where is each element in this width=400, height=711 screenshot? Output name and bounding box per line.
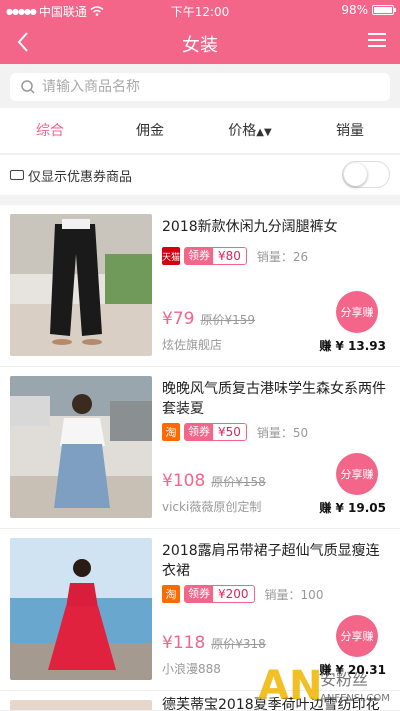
product-image xyxy=(10,214,152,356)
toggle-knob xyxy=(344,163,367,186)
status-right: 98% xyxy=(341,3,396,17)
price-line: ¥79 原价¥159 xyxy=(162,309,255,329)
tab-price[interactable]: 价格▲▼ xyxy=(200,108,300,153)
price-line: ¥118 原价¥318 xyxy=(162,633,266,653)
coupon-tag: 领券 xyxy=(185,248,213,264)
coupon-badge[interactable]: 领券 ¥80 xyxy=(184,247,247,265)
sort-tabs: 综合 佣金 价格▲▼ 销量 xyxy=(0,108,400,154)
coupon-tag: 领券 xyxy=(185,586,213,602)
original-price: 原价¥158 xyxy=(211,475,266,489)
coupon-ticket-icon xyxy=(10,170,24,180)
product-meta: 天猫 领券 ¥80 销量：26 xyxy=(162,247,308,265)
taobao-logo-icon: 淘 xyxy=(162,585,180,603)
product-meta: 淘 领券 ¥50 销量：50 xyxy=(162,423,308,441)
shop-name: vicki薇薇原创定制 xyxy=(162,500,262,514)
tab-label: 销量 xyxy=(336,123,364,139)
coupon-badge[interactable]: 领券 ¥50 xyxy=(184,423,247,441)
product-image xyxy=(10,700,152,710)
tmall-logo-icon: 天猫 xyxy=(162,247,180,265)
coupon-value: ¥50 xyxy=(218,425,241,439)
coupon-filter-row: 仅显示优惠券商品 xyxy=(0,155,400,195)
search-box[interactable] xyxy=(10,73,390,101)
menu-icon-line xyxy=(368,33,386,35)
product-title: 2018露肩吊带裙子超仙气质显瘦连衣裙 xyxy=(162,543,380,579)
product-list: 2018新款休闲九分阔腿裤女 天猫 领券 ¥80 销量：26 ¥79 原价¥15… xyxy=(0,205,400,711)
share-earn-button[interactable]: 分享赚 xyxy=(336,453,378,495)
status-time: 下午12:00 xyxy=(170,5,230,19)
sales-count: 销量：26 xyxy=(256,249,309,264)
tab-comprehensive[interactable]: 综合 xyxy=(0,108,100,153)
taobao-logo-icon: 淘 xyxy=(162,423,180,441)
svg-text:AN: AN xyxy=(258,663,322,709)
status-bar: ●●●●● 中国联通 下午12:00 98% xyxy=(0,0,400,20)
sale-price: ¥79 xyxy=(162,309,195,329)
tab-label: 价格 xyxy=(228,123,257,139)
menu-icon-line xyxy=(368,45,386,47)
coupon-filter-toggle[interactable] xyxy=(342,161,390,188)
earn-amount: 赚 ¥ 19.05 xyxy=(319,501,386,515)
nav-bar: 女装 xyxy=(0,20,400,64)
sort-arrows-icon: ▲▼ xyxy=(256,127,272,138)
tab-commission[interactable]: 佣金 xyxy=(100,108,200,153)
battery-percent: 98% xyxy=(341,3,368,17)
original-price: 原价¥318 xyxy=(211,637,266,651)
product-image xyxy=(10,538,152,680)
tab-label: 佣金 xyxy=(136,123,164,139)
share-earn-button[interactable]: 分享赚 xyxy=(336,291,378,333)
svg-text:ANFENSI.COM: ANFENSI.COM xyxy=(320,693,390,704)
page-title: 女装 xyxy=(182,35,218,56)
menu-button[interactable] xyxy=(368,33,388,49)
search-input[interactable] xyxy=(42,79,362,95)
sale-price: ¥118 xyxy=(162,633,206,653)
tab-sales[interactable]: 销量 xyxy=(300,108,400,153)
product-meta: 淘 领券 ¥200 销量：100 xyxy=(162,585,323,603)
share-earn-button[interactable]: 分享赚 xyxy=(336,615,378,657)
product-title: 晚晚风气质复古港味学生森女系两件套装夏 xyxy=(162,381,386,417)
battery-icon xyxy=(372,5,396,15)
coupon-badge[interactable]: 领券 ¥200 xyxy=(184,585,255,603)
sales-count: 销量：50 xyxy=(256,425,309,440)
product-image xyxy=(10,376,152,518)
search-icon xyxy=(21,80,35,94)
tab-label: 综合 xyxy=(36,123,64,139)
earn-amount: 赚 ¥ 13.93 xyxy=(319,339,386,353)
product-title: 2018新款休闲九分阔腿裤女 xyxy=(162,219,338,235)
sales-count: 销量：100 xyxy=(264,587,324,602)
coupon-value: ¥200 xyxy=(218,587,249,601)
search-bar-container xyxy=(0,64,400,108)
product-card[interactable]: 晚晚风气质复古港味学生森女系两件套装夏 淘 领券 ¥50 销量：50 ¥108 … xyxy=(0,367,400,529)
shop-name: 炫佐旗舰店 xyxy=(162,338,223,352)
svg-text:安粉丝: 安粉丝 xyxy=(320,670,368,689)
coupon-value: ¥80 xyxy=(218,249,241,263)
menu-icon-line xyxy=(368,39,386,41)
price-line: ¥108 原价¥158 xyxy=(162,471,266,491)
shop-name: 小浪漫888 xyxy=(162,662,221,676)
coupon-filter-label: 仅显示优惠券商品 xyxy=(28,169,133,185)
sale-price: ¥108 xyxy=(162,471,206,491)
original-price: 原价¥159 xyxy=(200,313,255,327)
product-card[interactable]: 2018新款休闲九分阔腿裤女 天猫 领券 ¥80 销量：26 ¥79 原价¥15… xyxy=(0,205,400,367)
watermark-logo: AN 安粉丝 ANFENSI.COM xyxy=(256,659,396,709)
coupon-tag: 领券 xyxy=(185,424,213,440)
